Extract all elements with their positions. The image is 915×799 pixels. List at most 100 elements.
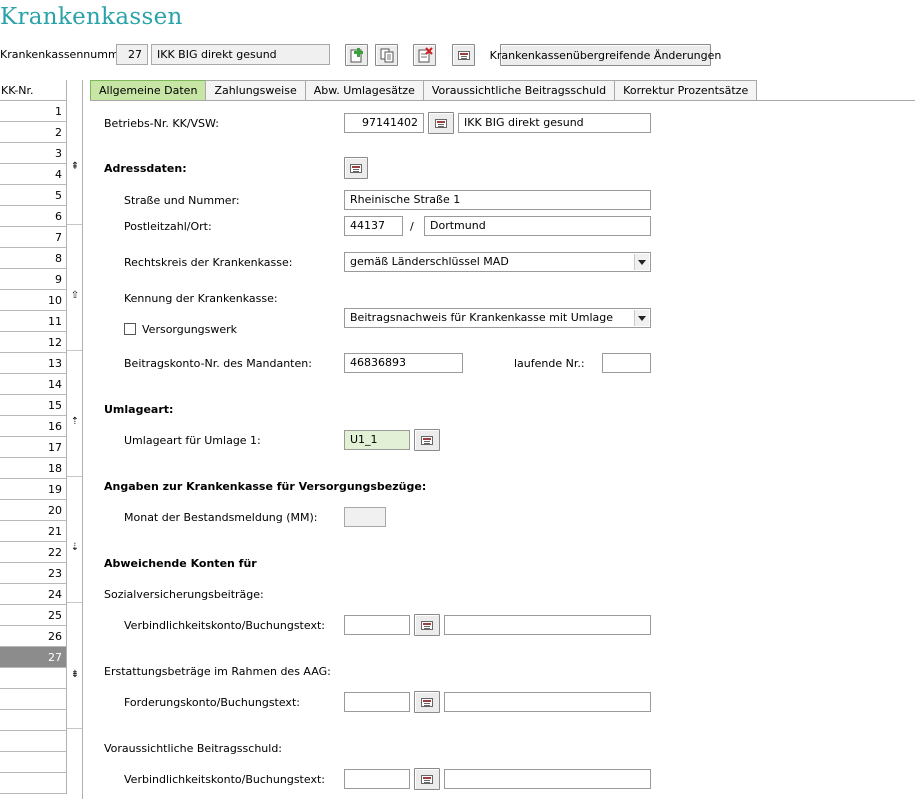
tab-divider bbox=[90, 100, 915, 101]
kk-number-field[interactable]: 27 bbox=[116, 44, 148, 65]
table-row[interactable]: 20 bbox=[0, 500, 67, 521]
erstattung-label: Erstattungsbeträge im Rahmen des AAG: bbox=[104, 665, 331, 678]
card-icon bbox=[421, 435, 433, 445]
verbindlichkeit2-konto-field[interactable] bbox=[344, 769, 410, 789]
table-row[interactable]: 8 bbox=[0, 248, 67, 269]
table-row[interactable]: 18 bbox=[0, 458, 67, 479]
line-down-icon[interactable]: ⇣ bbox=[70, 543, 80, 553]
versorgungswerk-label: Versorgungswerk bbox=[142, 323, 238, 336]
table-row[interactable]: 24 bbox=[0, 584, 67, 605]
ort-field[interactable]: Dortmund bbox=[424, 216, 651, 236]
kk-list-header: KK-Nr. bbox=[0, 80, 67, 101]
tab-korrektur-prozentsaetze[interactable]: Korrektur Prozentsätze bbox=[614, 80, 758, 101]
chevron-down-icon[interactable] bbox=[634, 310, 649, 326]
table-row[interactable]: 11 bbox=[0, 311, 67, 332]
rechtskreis-value: gemäß Länderschlüssel MAD bbox=[350, 255, 509, 268]
forderung-konto-field[interactable] bbox=[344, 692, 410, 712]
details-button[interactable] bbox=[452, 44, 475, 66]
rechtskreis-select[interactable]: gemäß Länderschlüssel MAD bbox=[344, 252, 651, 272]
delete-button[interactable] bbox=[413, 44, 436, 66]
table-row[interactable]: 2 bbox=[0, 122, 67, 143]
page-up-icon[interactable]: ⇧ bbox=[70, 291, 80, 301]
delete-icon bbox=[418, 47, 433, 63]
table-row[interactable]: 19 bbox=[0, 479, 67, 500]
plz-ort-separator: / bbox=[410, 220, 414, 233]
table-row[interactable]: 6 bbox=[0, 206, 67, 227]
table-row[interactable]: 9 bbox=[0, 269, 67, 290]
betriebs-nr-field[interactable]: 97141402 bbox=[344, 113, 424, 133]
table-row[interactable]: 7 bbox=[0, 227, 67, 248]
tab-allgemeine-daten[interactable]: Allgemeine Daten bbox=[90, 80, 207, 101]
copy-button[interactable] bbox=[375, 44, 398, 66]
beitragskonto-field[interactable]: 46836893 bbox=[344, 353, 463, 373]
empty-row bbox=[0, 668, 67, 689]
sozialversicherung-label: Sozialversicherungsbeiträge: bbox=[104, 588, 264, 601]
table-row[interactable]: 4 bbox=[0, 164, 67, 185]
page-title: Krankenkassen bbox=[0, 4, 183, 30]
add-icon bbox=[350, 48, 363, 63]
betriebs-name-field[interactable]: IKK BIG direkt gesund bbox=[458, 113, 651, 133]
tab-abw-umlagesaetze[interactable]: Abw. Umlagesätze bbox=[304, 80, 424, 101]
table-row[interactable]: 27 bbox=[0, 647, 67, 668]
forderung-text-field[interactable] bbox=[444, 692, 651, 712]
plz-field[interactable]: 44137 bbox=[344, 216, 403, 236]
address-lookup-button[interactable] bbox=[344, 157, 368, 179]
versorgungswerk-checkbox[interactable] bbox=[124, 323, 136, 335]
empty-row bbox=[0, 689, 67, 710]
vorauss-beitragsschuld-label: Voraussichtliche Beitragsschuld: bbox=[104, 742, 283, 755]
scroll-column[interactable]: ⇞ ⇧ ⇡ ⇣ ⇟ bbox=[67, 80, 83, 799]
verbindlichkeit1-text-field[interactable] bbox=[444, 615, 651, 635]
scroll-top-icon[interactable]: ⇞ bbox=[70, 162, 80, 172]
table-row[interactable]: 15 bbox=[0, 395, 67, 416]
forderung-label: Forderungskonto/Buchungstext: bbox=[124, 696, 300, 709]
chevron-down-icon[interactable] bbox=[634, 254, 649, 270]
kk-name-field[interactable]: IKK BIG direkt gesund bbox=[151, 44, 330, 65]
verbindlichkeit2-text-field[interactable] bbox=[444, 769, 651, 789]
card-icon bbox=[435, 118, 447, 128]
tab-bar: Allgemeine Daten Zahlungsweise Abw. Umla… bbox=[90, 80, 758, 101]
scroll-bottom-icon[interactable]: ⇟ bbox=[70, 670, 80, 680]
table-row[interactable]: 14 bbox=[0, 374, 67, 395]
monat-label: Monat der Bestandsmeldung (MM): bbox=[124, 511, 318, 524]
tab-voraussichtliche-beitragsschuld[interactable]: Voraussichtliche Beitragsschuld bbox=[422, 80, 616, 101]
empty-row bbox=[0, 731, 67, 752]
table-row[interactable]: 1 bbox=[0, 101, 67, 122]
kennung-value: Beitragsnachweis für Krankenkasse mit Um… bbox=[350, 311, 614, 324]
table-row[interactable]: 26 bbox=[0, 626, 67, 647]
monat-field[interactable] bbox=[344, 507, 386, 527]
verbindlichkeit2-lookup-button[interactable] bbox=[414, 768, 440, 790]
laufende-nr-field[interactable] bbox=[602, 353, 651, 373]
betriebs-nr-label: Betriebs-Nr. KK/VSW: bbox=[104, 117, 219, 130]
umlage1-field[interactable]: U1_1 bbox=[344, 430, 410, 450]
rechtskreis-label: Rechtskreis der Krankenkasse: bbox=[124, 256, 293, 269]
versorgung-header: Angaben zur Krankenkasse für Versorgungs… bbox=[104, 480, 427, 493]
empty-row bbox=[0, 710, 67, 731]
table-row[interactable]: 25 bbox=[0, 605, 67, 626]
verbindlichkeit1-konto-field[interactable] bbox=[344, 615, 410, 635]
umlage1-lookup-button[interactable] bbox=[414, 429, 440, 451]
table-row[interactable]: 13 bbox=[0, 353, 67, 374]
umlage1-label: Umlageart für Umlage 1: bbox=[124, 434, 261, 447]
table-row[interactable]: 16 bbox=[0, 416, 67, 437]
table-row[interactable]: 17 bbox=[0, 437, 67, 458]
card-icon bbox=[421, 620, 433, 630]
table-row[interactable]: 3 bbox=[0, 143, 67, 164]
table-row[interactable]: 22 bbox=[0, 542, 67, 563]
table-row[interactable]: 23 bbox=[0, 563, 67, 584]
changes-button[interactable]: Krankenkassenübergreifende Änderungen bbox=[490, 44, 721, 66]
table-row[interactable]: 21 bbox=[0, 521, 67, 542]
table-row[interactable]: 10 bbox=[0, 290, 67, 311]
forderung-lookup-button[interactable] bbox=[414, 691, 440, 713]
betriebs-lookup-button[interactable] bbox=[428, 112, 454, 134]
card-icon bbox=[421, 697, 433, 707]
line-up-icon[interactable]: ⇡ bbox=[70, 417, 80, 427]
tab-zahlungsweise[interactable]: Zahlungsweise bbox=[205, 80, 306, 101]
copy-icon bbox=[380, 48, 393, 63]
add-button[interactable] bbox=[345, 44, 368, 66]
verbindlichkeit1-lookup-button[interactable] bbox=[414, 614, 440, 636]
kennung-select[interactable]: Beitragsnachweis für Krankenkasse mit Um… bbox=[344, 308, 651, 328]
table-row[interactable]: 12 bbox=[0, 332, 67, 353]
verbindlichkeit1-label: Verbindlichkeitskonto/Buchungstext: bbox=[124, 619, 325, 632]
strasse-field[interactable]: Rheinische Straße 1 bbox=[344, 190, 651, 210]
table-row[interactable]: 5 bbox=[0, 185, 67, 206]
